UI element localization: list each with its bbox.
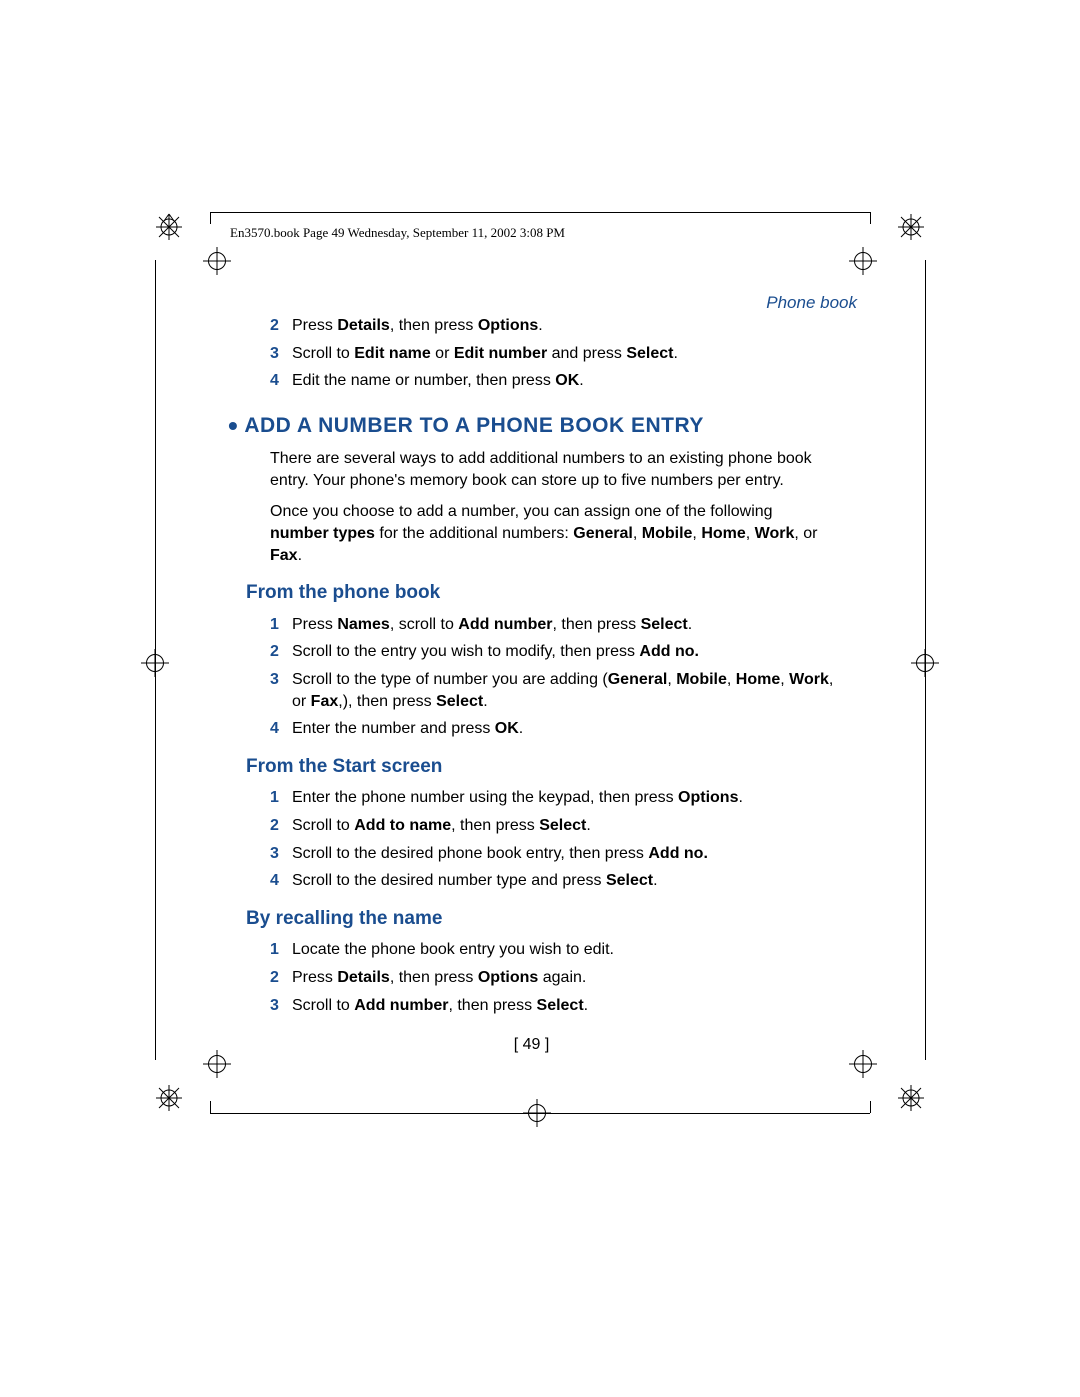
registration-mark-icon — [203, 1050, 231, 1078]
registration-mark-icon — [849, 1050, 877, 1078]
step-item: 1Press Names, scroll to Add number, then… — [270, 614, 835, 636]
step-item: 3Scroll to Add number, then press Select… — [270, 995, 835, 1017]
step-item: 2Press Details, then press Options. — [270, 315, 835, 337]
registration-mark-icon — [849, 247, 877, 275]
page-number: [ 49 ] — [228, 1034, 835, 1056]
intro-para-1: There are several ways to add additional… — [270, 448, 835, 491]
step-item: 1Enter the phone number using the keypad… — [270, 787, 835, 809]
registration-mark-icon — [141, 649, 169, 677]
intro-para-2: Once you choose to add a number, you can… — [270, 501, 835, 566]
subsection-title: From the Start screen — [246, 754, 835, 780]
step-item: 3Scroll to Edit name or Edit number and … — [270, 343, 835, 365]
heading-add-number: •ADD A NUMBER TO A PHONE BOOK ENTRY — [228, 412, 835, 440]
step-item: 2Scroll to the entry you wish to modify,… — [270, 641, 835, 663]
step-item: 4Enter the number and press OK. — [270, 718, 835, 740]
header-info: En3570.book Page 49 Wednesday, September… — [230, 225, 565, 241]
registration-mark-icon — [523, 1099, 551, 1127]
sunburst-icon — [153, 1082, 185, 1114]
section-label: Phone book — [766, 293, 857, 313]
step-item: 4Scroll to the desired number type and p… — [270, 870, 835, 892]
sunburst-icon — [895, 211, 927, 243]
step-item: 3Scroll to the type of number you are ad… — [270, 669, 835, 712]
step-item: 4Edit the name or number, then press OK. — [270, 370, 835, 392]
page-content: 2Press Details, then press Options. 3Scro… — [270, 315, 835, 1056]
subsection-title: From the phone book — [246, 580, 835, 606]
registration-mark-icon — [203, 247, 231, 275]
subsection-title: By recalling the name — [246, 906, 835, 932]
registration-mark-icon — [911, 649, 939, 677]
sunburst-icon — [153, 211, 185, 243]
step-item: 2Press Details, then press Options again… — [270, 967, 835, 989]
sunburst-icon — [895, 1082, 927, 1114]
step-item: 2Scroll to Add to name, then press Selec… — [270, 815, 835, 837]
step-item: 1Locate the phone book entry you wish to… — [270, 939, 835, 961]
step-item: 3Scroll to the desired phone book entry,… — [270, 843, 835, 865]
